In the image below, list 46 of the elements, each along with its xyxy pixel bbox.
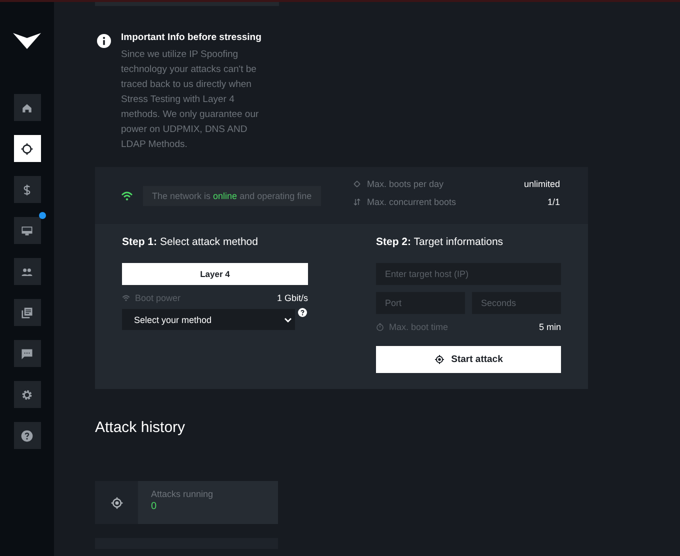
target-icon [353,180,361,188]
layer-button[interactable]: Layer 4 [122,263,308,285]
port-input[interactable]: Port [376,292,465,314]
step-title: Step 1: Select attack method [122,236,259,248]
boot-time-value: 5 min [538,322,561,332]
info-text: Since we utilize IP Spoofing technology your attacks can't be traced back to us directly when Stress Testing with Layer 4 methods. We only guarantee our power on UDPMIX, DNS AND LDAP Methods. [121,48,260,152]
home-nav-button[interactable] [14,94,40,121]
logo-icon [13,32,41,50]
target-icon [20,142,34,156]
caret-icon [284,316,292,324]
method-select[interactable]: Select your method [122,309,295,330]
stat-value: 0 [151,501,158,512]
arrows-icon [353,198,361,206]
wifi-icon [122,294,130,302]
target-icon [434,354,446,365]
chat-nav-button[interactable] [14,340,40,367]
stat-label: Attacks running [151,489,214,499]
library-icon [20,306,34,320]
info-icon [97,34,111,48]
step-title: Step 2: Target informations [376,236,504,248]
info-title: Important Info before stressing [121,32,262,43]
limit-label: Max. concurrent boots [367,197,458,207]
target-icon [110,496,124,510]
limit-value: 1/1 [547,197,560,207]
network-status: The network is online and operating fine [143,186,321,206]
boot-power-value: 1 Gbit/s [276,293,308,303]
monitor-icon [20,224,34,238]
dollar-nav-button[interactable] [14,176,40,203]
limit-label: Max. boots per day [367,179,445,189]
start-attack-button[interactable]: Start attack [376,346,561,373]
help-nav-button[interactable] [14,422,40,449]
library-nav-button[interactable] [14,299,40,326]
settings-nav-button[interactable] [14,381,40,408]
people-nav-button[interactable] [14,258,40,285]
help-icon [20,428,34,442]
wifi-icon [121,190,133,200]
help-icon [298,308,307,317]
settings-icon [20,388,34,402]
host-input[interactable]: Enter target host (IP) [376,263,561,285]
monitor-nav-button[interactable] [14,217,40,244]
timer-icon [376,323,384,331]
target-nav-button[interactable] [14,135,40,162]
chat-icon [20,346,34,360]
section-title: Attack history [95,419,186,436]
seconds-input[interactable]: Seconds [472,292,561,314]
limit-value: unlimited [524,179,560,189]
